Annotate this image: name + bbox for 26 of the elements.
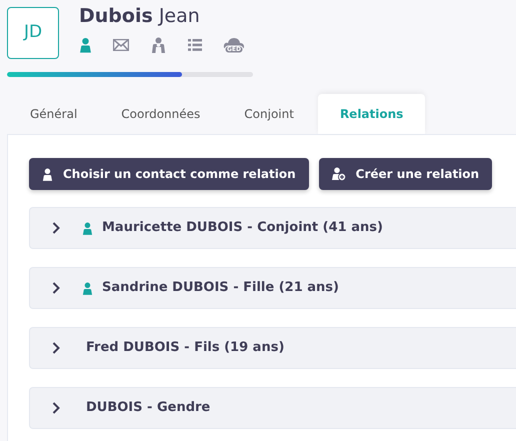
action-button[interactable]: Choisir un contact comme relation [29, 158, 309, 190]
people-icon[interactable] [150, 37, 167, 53]
relation-row[interactable]: Fred DUBOIS - Fils (19 ans) [29, 327, 516, 369]
chevron-right-icon[interactable] [52, 342, 60, 354]
action-button[interactable]: Créer une relation [318, 158, 492, 190]
relation-label: Sandrine DUBOIS - Fille (21 ans) [102, 279, 339, 298]
person-add-icon [332, 167, 346, 181]
person-icon[interactable] [79, 37, 92, 53]
tab[interactable]: Conjoint [222, 94, 316, 134]
tab[interactable]: Général [8, 94, 100, 134]
chevron-right-icon[interactable] [52, 222, 60, 234]
person-icon [42, 168, 53, 180]
contact-name: Dubois Jean [79, 4, 201, 28]
avatar: JD [7, 7, 59, 59]
relation-label: DUBOIS - Gendre [86, 399, 210, 418]
relation-row[interactable]: DUBOIS - Gendre [29, 387, 516, 429]
relation-row[interactable]: Sandrine DUBOIS - Fille (21 ans) [29, 267, 516, 309]
tab[interactable]: Coordonnées [99, 94, 222, 134]
cloud-icon[interactable] [223, 37, 245, 53]
relation-label: Mauricette DUBOIS - Conjoint (41 ans) [102, 219, 383, 238]
chevron-right-icon[interactable] [52, 402, 60, 414]
relation-row[interactable]: Mauricette DUBOIS - Conjoint (41 ans) [29, 207, 516, 249]
list-icon[interactable] [188, 39, 202, 51]
envelope-icon[interactable] [113, 39, 129, 51]
chevron-right-icon[interactable] [52, 282, 60, 294]
relation-label: Fred DUBOIS - Fils (19 ans) [86, 339, 284, 358]
